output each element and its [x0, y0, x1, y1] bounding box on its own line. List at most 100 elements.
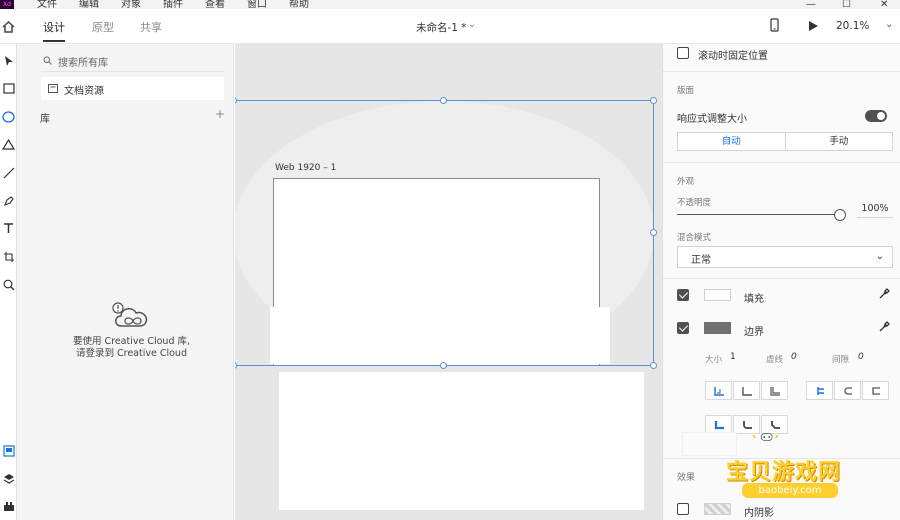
fill-color-swatch[interactable] [704, 289, 731, 301]
line-tool-icon[interactable] [1, 165, 16, 180]
pen-tool-icon[interactable] [1, 193, 16, 208]
tab-design[interactable]: 设计 [43, 19, 65, 35]
select-tool-icon[interactable] [1, 53, 16, 68]
menu-file[interactable]: 文件 [37, 0, 57, 9]
add-library-button[interactable]: + [215, 107, 225, 121]
divider [663, 278, 900, 279]
menu-view[interactable]: 查看 [205, 0, 225, 9]
cc-message-line1: 要使用 Creative Cloud 库, [72, 336, 191, 347]
chevron-down-icon[interactable]: ⌄ [885, 19, 893, 30]
divider [663, 71, 900, 72]
menu-bar: Xd 文件 编辑 对象 插件 查看 窗口 帮助 — ☐ ✕ [0, 0, 900, 10]
cap-square-button[interactable] [862, 381, 889, 400]
tab-prototype[interactable]: 原型 [92, 19, 114, 35]
responsive-resize-label: 响应式调整大小 [677, 114, 747, 125]
gap-input[interactable]: 0 [858, 352, 864, 362]
inner-shadow-color-swatch[interactable] [704, 503, 731, 515]
resize-mode-segmented-control: 自动 手动 [677, 132, 893, 151]
image-overlay [682, 432, 737, 456]
inner-shadow-label: 内阴影 [744, 508, 774, 519]
layout-section-heading: 版面 [677, 86, 695, 96]
triangle-tool-icon[interactable] [1, 137, 16, 152]
libraries-heading: 库 [40, 114, 50, 125]
device-preview-icon[interactable] [770, 18, 779, 35]
zoom-level[interactable]: 20.1% [836, 20, 869, 32]
zoom-tool-icon[interactable] [1, 277, 16, 292]
search-icon [43, 56, 52, 65]
opacity-input[interactable]: 100% [857, 200, 893, 218]
search-placeholder: 搜索所有库 [58, 58, 108, 69]
stroke-align-center-button[interactable] [733, 381, 760, 400]
document-title[interactable]: 未命名-1 * [416, 20, 467, 35]
fix-position-label: 滚动时固定位置 [698, 51, 768, 62]
responsive-resize-toggle[interactable] [865, 110, 887, 122]
top-toolbar: 设计 原型 共享 未命名-1 * ⌄ 20.1% ⌄ [0, 9, 900, 44]
eyedropper-icon[interactable] [878, 288, 890, 303]
stroke-size-label: 大小 [705, 355, 723, 365]
blend-mode-dropdown[interactable]: 正常 ⌄ [677, 246, 893, 268]
stroke-size-input[interactable]: 1 [730, 352, 736, 362]
plugins-panel-icon[interactable] [1, 499, 16, 514]
opacity-slider-track[interactable] [677, 214, 838, 215]
effects-section-heading: 效果 [677, 473, 696, 483]
blend-mode-value: 正常 [691, 255, 711, 266]
gap-label: 间隙 [832, 355, 850, 365]
resize-handle-top-center[interactable] [440, 97, 447, 104]
text-tool-icon[interactable] [1, 221, 16, 236]
artboard-tool-icon[interactable] [1, 249, 16, 264]
rectangle-tool-icon[interactable] [1, 81, 16, 96]
border-label: 边界 [744, 327, 764, 338]
watermark-title: 宝贝游戏网 [726, 460, 842, 485]
divider [663, 162, 900, 163]
watermark-url: baobeiy.com [742, 483, 838, 498]
menu-plugins[interactable]: 插件 [163, 0, 183, 9]
chevron-down-icon[interactable]: ⌄ [468, 19, 476, 30]
menu-edit[interactable]: 编辑 [79, 0, 99, 9]
maximize-button[interactable]: ☐ [842, 0, 851, 10]
play-preview-icon[interactable] [808, 20, 819, 35]
border-checkbox[interactable] [677, 322, 689, 334]
eyedropper-icon[interactable] [878, 321, 890, 336]
cc-message-line2: 请登录到 Creative Cloud [75, 348, 187, 359]
document-assets-item[interactable]: 文档资源 [41, 77, 224, 100]
dash-input[interactable]: 0 [791, 352, 797, 362]
fill-checkbox[interactable] [677, 289, 689, 301]
resize-mode-auto-button[interactable]: 自动 [678, 133, 786, 150]
home-icon[interactable] [0, 9, 17, 44]
opacity-label: 不透明度 [677, 198, 712, 208]
white-rectangle-shape[interactable] [279, 372, 644, 510]
cap-round-button[interactable] [834, 381, 861, 400]
stroke-align-outer-button[interactable] [761, 381, 788, 400]
stroke-align-inner-button[interactable] [705, 381, 732, 400]
panel-gutter [17, 44, 29, 520]
resize-handle-bottom-right[interactable] [650, 362, 657, 369]
border-color-swatch[interactable] [704, 322, 731, 334]
appearance-section-heading: 外观 [677, 177, 695, 187]
blend-mode-label: 混合模式 [677, 233, 712, 243]
inner-shadow-checkbox[interactable] [677, 503, 689, 515]
menu-object[interactable]: 对象 [121, 0, 141, 9]
menu-help[interactable]: 帮助 [289, 0, 309, 9]
resize-handle-middle-right[interactable] [650, 229, 657, 236]
menu-window[interactable]: 窗口 [247, 0, 267, 9]
resize-handle-top-right[interactable] [650, 97, 657, 104]
opacity-slider-handle[interactable] [834, 209, 846, 221]
fill-label: 填充 [744, 294, 764, 305]
fix-position-checkbox[interactable] [677, 47, 689, 59]
design-canvas[interactable]: Web 1920 – 1 [235, 44, 662, 520]
minimize-button[interactable]: — [806, 0, 816, 10]
active-tab-indicator [43, 40, 65, 42]
creative-cloud-icon [111, 300, 151, 333]
resize-mode-manual-button[interactable]: 手动 [786, 133, 893, 150]
layers-panel-icon[interactable] [1, 471, 16, 486]
xd-logo: Xd [0, 0, 14, 9]
close-window-button[interactable]: ✕ [880, 0, 888, 10]
chevron-down-icon: ⌄ [875, 251, 884, 262]
dash-label: 虚线 [766, 355, 784, 365]
resize-handle-bottom-center[interactable] [440, 362, 447, 369]
library-search-input[interactable]: 搜索所有库 [41, 50, 224, 72]
tab-share[interactable]: 共享 [140, 19, 162, 35]
cap-butt-button[interactable] [806, 381, 833, 400]
assets-panel-icon[interactable] [1, 443, 16, 458]
ellipse-tool-icon[interactable] [1, 109, 16, 124]
